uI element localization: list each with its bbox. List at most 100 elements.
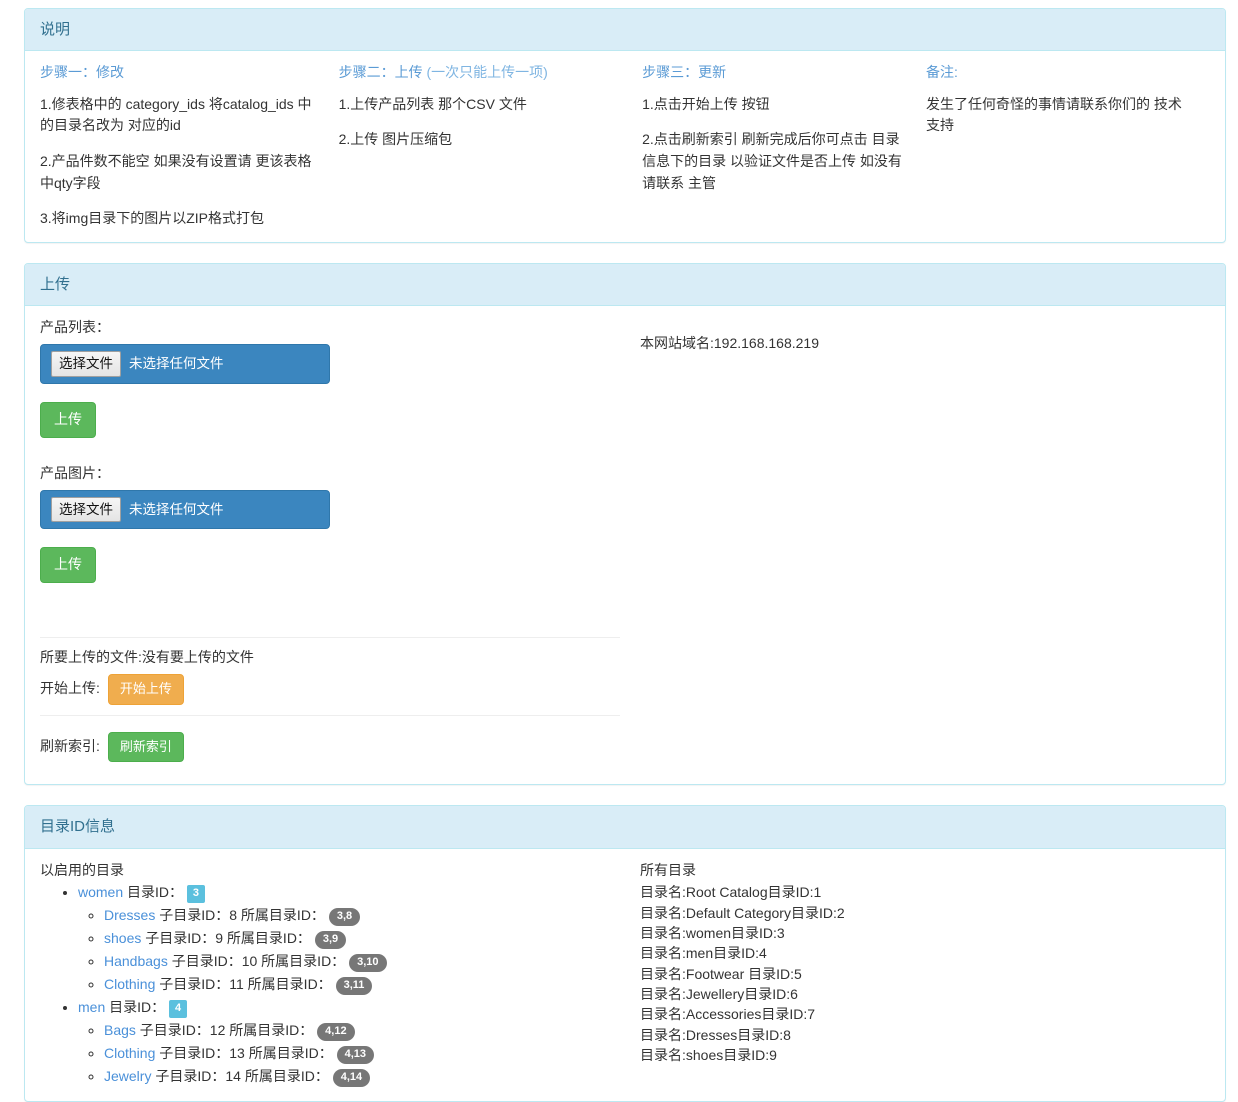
catalog-subtree: Bags 子目录ID：12 所属目录ID： 4,12Clothing 子目录ID…	[78, 1020, 640, 1088]
subcatalog-link[interactable]: Clothing	[104, 976, 155, 992]
catalog-id-badge: 4	[169, 1000, 188, 1019]
step-two-heading-sub: (一次只能上传一项)	[426, 64, 548, 81]
step-two-heading: 步骤二：上传 (一次只能上传一项)	[339, 63, 625, 81]
upload-right-column: 本网站域名:192.168.168.219	[640, 318, 1210, 772]
catalog-grid: 以启用的目录 women 目录ID： 3Dresses 子目录ID：8 所属目录…	[40, 861, 1210, 1090]
subcatalog-parent-badge: 4,12	[317, 1023, 355, 1042]
page-root: 说明 步骤一：修改 1.修表格中的 category_ids 将catalog_…	[0, 0, 1238, 1102]
step-three-item-1: 1.点击开始上传 按钮	[642, 95, 770, 112]
subcatalog-link[interactable]: Dresses	[104, 907, 155, 923]
step-three-heading: 步骤三：更新	[642, 63, 908, 81]
catalog-subtree-item: Clothing 子目录ID：11 所属目录ID： 3,11	[104, 974, 640, 996]
all-catalog-line: 目录名:men目录ID:4	[640, 945, 767, 962]
upload-panel-title: 上传	[40, 276, 71, 294]
all-catalog-line: 目录名:Default Category目录ID:2	[640, 904, 845, 921]
spacer-before-status	[40, 609, 640, 627]
subcatalog-link[interactable]: Handbags	[104, 953, 168, 969]
catalog-subtree-item: Jewelry 子目录ID：14 所属目录ID： 4,14	[104, 1066, 640, 1088]
all-catalog-line: 目录名:Jewellery目录ID:6	[640, 985, 798, 1002]
subcatalog-parent-badge: 3,9	[314, 931, 347, 950]
upload-grid: 产品列表： 选择文件 未选择任何文件 上传 产品图片： 选择文件 未选择任何文件…	[40, 318, 1210, 772]
catalog-panel-title: 目录ID信息	[40, 818, 116, 836]
all-catalog-line: 目录名:shoes目录ID:9	[640, 1046, 777, 1063]
instructions-panel-heading: 说明	[25, 9, 1225, 52]
step-column-modify: 步骤一：修改 1.修表格中的 category_ids 将catalog_ids…	[40, 63, 339, 230]
catalog-id-label: 目录ID：	[105, 999, 170, 1016]
subcatalog-id-label: 子目录ID：12 所属目录ID：	[135, 1022, 318, 1039]
steps-row: 步骤一：修改 1.修表格中的 category_ids 将catalog_ids…	[40, 63, 1210, 230]
catalog-subtree-item: Clothing 子目录ID：13 所属目录ID： 4,13	[104, 1043, 640, 1065]
step-column-update: 步骤三：更新 1.点击开始上传 按钮 2.点击刷新索引 刷新完成后你可点击 目录…	[642, 63, 926, 230]
all-catalog-title: 所有目录	[640, 861, 696, 878]
subcatalog-id-label: 子目录ID：8 所属目录ID：	[155, 907, 329, 924]
catalog-link[interactable]: women	[78, 884, 123, 900]
subcatalog-link[interactable]: Clothing	[104, 1045, 155, 1061]
product-list-choose-file-button[interactable]: 选择文件	[51, 351, 121, 377]
all-catalog-line: 目录名:Footwear 目录ID:5	[640, 965, 802, 982]
subcatalog-link[interactable]: Jewelry	[104, 1068, 151, 1084]
note-heading-text: 备注:	[926, 64, 958, 81]
site-domain-text: 本网站域名:192.168.168.219	[640, 335, 819, 352]
product-list-label: 产品列表：	[40, 319, 110, 336]
upload-panel-heading: 上传	[25, 264, 1225, 307]
catalog-panel-heading: 目录ID信息	[25, 806, 1225, 849]
upload-left-column: 产品列表： 选择文件 未选择任何文件 上传 产品图片： 选择文件 未选择任何文件…	[40, 318, 640, 772]
reindex-row: 刷新索引: 刷新索引	[40, 731, 620, 773]
all-catalog-line: 目录名:Root Catalog目录ID:1	[640, 884, 822, 901]
catalog-id-badge: 3	[186, 885, 206, 904]
note-item-1: 发生了任何奇怪的事情请联系你们的 技术支持	[926, 95, 1182, 134]
instructions-panel: 说明 步骤一：修改 1.修表格中的 category_ids 将catalog_…	[24, 8, 1226, 244]
step-column-note: 备注: 发生了任何奇怪的事情请联系你们的 技术支持	[926, 63, 1210, 230]
product-image-file-input[interactable]: 选择文件 未选择任何文件	[40, 489, 330, 529]
catalog-subtree-item: Bags 子目录ID：12 所属目录ID： 4,12	[104, 1020, 640, 1042]
product-image-choose-file-button[interactable]: 选择文件	[51, 496, 121, 522]
product-image-upload-button[interactable]: 上传	[40, 546, 96, 583]
instructions-panel-body: 步骤一：修改 1.修表格中的 category_ids 将catalog_ids…	[25, 51, 1225, 242]
catalog-tree: women 目录ID： 3Dresses 子目录ID：8 所属目录ID： 3,8…	[40, 882, 640, 1088]
all-catalog-list: 目录名:Root Catalog目录ID:1 目录名:Default Catego…	[640, 882, 1210, 1065]
catalog-link[interactable]: men	[78, 999, 105, 1015]
subcatalog-id-label: 子目录ID：13 所属目录ID：	[155, 1045, 337, 1062]
all-catalog-line: 目录名:Dresses目录ID:8	[640, 1026, 791, 1043]
start-upload-button[interactable]: 开始上传	[107, 673, 184, 705]
product-list-file-input[interactable]: 选择文件 未选择任何文件	[40, 344, 330, 384]
subcatalog-id-label: 子目录ID：9 所属目录ID：	[141, 930, 315, 947]
reindex-block: 刷新索引: 刷新索引	[40, 714, 620, 773]
subcatalog-link[interactable]: shoes	[104, 930, 141, 946]
subcatalog-link[interactable]: Bags	[104, 1022, 136, 1038]
upload-panel: 上传 产品列表： 选择文件 未选择任何文件 上传 产品图片： 选择文件 未选择任…	[24, 263, 1226, 786]
catalog-tree-item: men 目录ID： 4Bags 子目录ID：12 所属目录ID： 4,12Clo…	[78, 997, 640, 1088]
step-column-upload: 步骤二：上传 (一次只能上传一项) 1.上传产品列表 那个CSV 文件 2.上传…	[339, 63, 643, 230]
step-one-heading: 步骤一：修改	[40, 63, 321, 81]
upload-panel-body: 产品列表： 选择文件 未选择任何文件 上传 产品图片： 选择文件 未选择任何文件…	[25, 306, 1225, 784]
upload-status-block: 所要上传的文件:没有要上传的文件 开始上传: 开始上传	[40, 636, 620, 715]
product-list-upload-button[interactable]: 上传	[40, 401, 96, 438]
subcatalog-id-label: 子目录ID：14 所属目录ID：	[151, 1068, 333, 1085]
step-three-item-2: 2.点击刷新索引 刷新完成后你可点击 目录信息下的目录 以验证文件是否上传 如没…	[642, 131, 902, 191]
reindex-button[interactable]: 刷新索引	[107, 731, 184, 763]
step-one-item-1: 1.修表格中的 category_ids 将catalog_ids 中的目录名改…	[40, 95, 312, 134]
step-two-item-1: 1.上传产品列表 那个CSV 文件	[338, 95, 527, 112]
note-heading: 备注:	[926, 63, 1192, 81]
enabled-catalog-column: 以启用的目录 women 目录ID： 3Dresses 子目录ID：8 所属目录…	[40, 861, 640, 1090]
all-catalog-column: 所有目录 目录名:Root Catalog目录ID:1 目录名:Default C…	[640, 861, 1210, 1090]
instructions-panel-title: 说明	[40, 21, 71, 38]
step-two-heading-text: 步骤二：上传	[338, 64, 423, 81]
subcatalog-id-label: 子目录ID：10 所属目录ID：	[167, 953, 350, 970]
catalog-tree-item: women 目录ID： 3Dresses 子目录ID：8 所属目录ID： 3,8…	[78, 882, 640, 996]
product-list-file-status: 未选择任何文件	[129, 356, 224, 372]
start-upload-label: 开始上传:	[40, 680, 100, 697]
step-three-heading-text: 步骤三：更新	[642, 64, 727, 81]
catalog-subtree-item: shoes 子目录ID：9 所属目录ID： 3,9	[104, 928, 640, 950]
subcatalog-parent-badge: 3,11	[335, 977, 373, 996]
subcatalog-parent-badge: 4,14	[332, 1069, 371, 1088]
enabled-catalog-title: 以启用的目录	[40, 861, 124, 878]
spacer-after-image-upload	[40, 583, 640, 609]
start-upload-row: 开始上传: 开始上传	[40, 673, 620, 715]
spacer-after-list-upload	[40, 438, 640, 464]
step-two-item-2: 2.上传 图片压缩包	[338, 131, 453, 148]
step-one-heading-text: 步骤一：修改	[40, 64, 124, 81]
subcatalog-parent-badge: 3,10	[349, 954, 387, 973]
product-image-label: 产品图片：	[40, 464, 110, 481]
catalog-subtree: Dresses 子目录ID：8 所属目录ID： 3,8shoes 子目录ID：9…	[78, 905, 640, 996]
